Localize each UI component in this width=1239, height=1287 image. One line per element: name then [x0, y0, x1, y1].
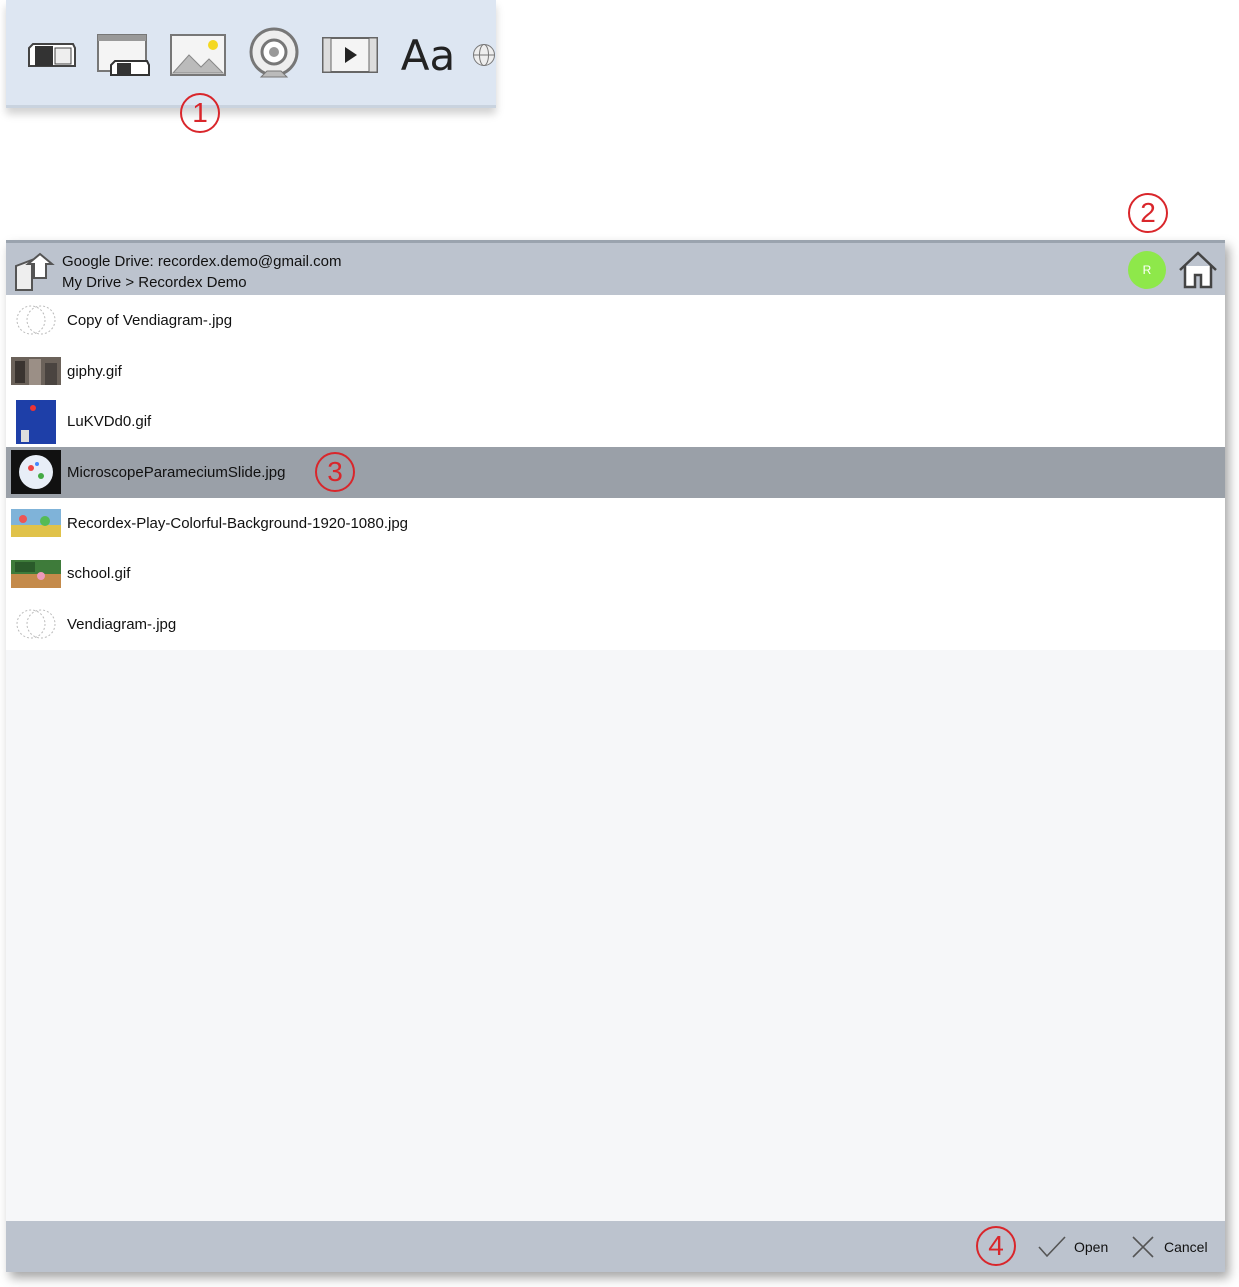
colorful-thumbnail — [11, 501, 61, 545]
home-icon[interactable] — [1176, 250, 1220, 290]
image-icon[interactable] — [168, 30, 228, 80]
venn-thumbnail — [11, 602, 61, 646]
file-name: giphy.gif — [67, 362, 122, 380]
webcam-icon[interactable] — [246, 24, 302, 84]
photo-thumbnail — [11, 349, 61, 393]
open-label: Open — [1074, 1239, 1109, 1255]
blue-thumbnail — [11, 399, 61, 444]
callout-1: 1 — [180, 93, 220, 133]
file-row[interactable]: giphy.gif — [6, 345, 1225, 397]
globe-icon[interactable] — [472, 30, 496, 80]
clear-page-icon[interactable] — [94, 30, 154, 80]
breadcrumb[interactable]: My Drive > Recordex Demo — [62, 274, 247, 291]
file-row[interactable]: Vendiagram-.jpg — [6, 599, 1225, 650]
cancel-button[interactable]: Cancel — [1130, 1231, 1208, 1263]
file-row[interactable]: Recordex-Play-Colorful-Background-1920-1… — [6, 497, 1225, 549]
file-name: Vendiagram-.jpg — [67, 615, 177, 633]
toolbar: Aa — [6, 0, 496, 108]
file-name: LuKVDd0.gif — [67, 413, 152, 431]
file-name: MicroscopeParameciumSlide.jpg — [67, 463, 286, 481]
file-picker-dialog: Google Drive: recordex.demo@gmail.com My… — [6, 240, 1225, 1272]
callout-2: 2 — [1128, 193, 1168, 233]
microscope-thumbnail — [11, 450, 61, 495]
text-icon[interactable]: Aa — [396, 30, 460, 80]
dialog-header: Google Drive: recordex.demo@gmail.com My… — [6, 240, 1225, 295]
callout-4: 4 — [976, 1226, 1016, 1266]
venn-thumbnail — [11, 298, 61, 342]
video-icon[interactable] — [320, 30, 380, 80]
dialog-footer: 4 Open Cancel — [6, 1221, 1225, 1272]
file-row[interactable]: school.gif — [6, 548, 1225, 600]
file-list: Copy of Vendiagram-.jpg giphy.gif LuKVDd0.… — [6, 295, 1225, 650]
file-row[interactable]: MicroscopeParameciumSlide.jpg 3 — [6, 447, 1225, 498]
classroom-thumbnail — [11, 552, 61, 596]
avatar[interactable]: R — [1128, 251, 1166, 289]
callout-3: 3 — [315, 452, 355, 493]
drive-account-label: Google Drive: recordex.demo@gmail.com — [62, 253, 342, 270]
folder-up-icon[interactable] — [12, 250, 56, 292]
screen: Aa 1 2 Google Drive: recordex.demo@gmail… — [0, 0, 1239, 1287]
eraser-icon[interactable] — [24, 30, 80, 80]
check-icon — [1036, 1234, 1068, 1260]
file-row[interactable]: Copy of Vendiagram-.jpg — [6, 295, 1225, 346]
file-name: Recordex-Play-Colorful-Background-1920-1… — [67, 514, 409, 532]
close-icon — [1130, 1234, 1156, 1260]
file-row[interactable]: LuKVDd0.gif — [6, 396, 1225, 448]
file-name: Copy of Vendiagram-.jpg — [67, 311, 233, 329]
open-button[interactable]: Open — [1036, 1231, 1108, 1263]
file-name: school.gif — [67, 565, 131, 583]
cancel-label: Cancel — [1164, 1239, 1208, 1255]
